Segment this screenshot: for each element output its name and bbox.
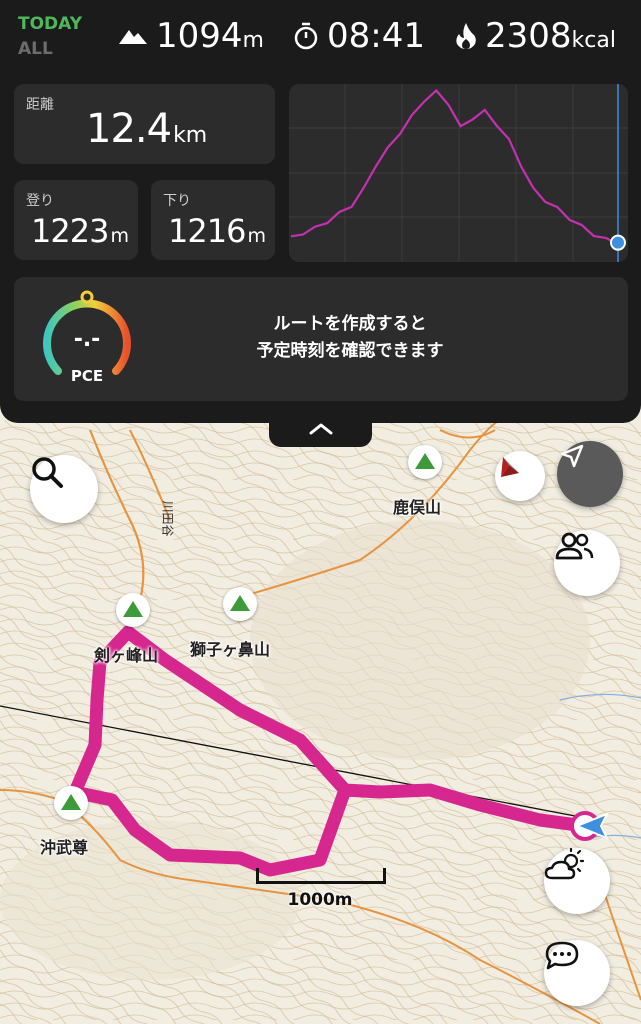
distance-label: 距離 [26, 97, 54, 113]
descent-label: 下り [163, 193, 191, 209]
chat-bubble-icon [545, 941, 579, 970]
peak-marker-kengamine[interactable] [116, 593, 150, 627]
period-today-tab[interactable]: TODAY [18, 14, 82, 34]
expand-panel-button[interactable] [269, 410, 372, 447]
mountain-peak-icon [230, 595, 250, 611]
compass-icon [501, 457, 519, 477]
pce-value: -.- [74, 327, 101, 352]
peak-marker-shishigahana[interactable] [223, 587, 257, 621]
pce-message: ルートを作成すると 予定時刻を確認できます [170, 311, 530, 365]
mountain-peak-icon [123, 601, 143, 617]
scale-bar [256, 868, 386, 884]
people-icon [555, 532, 594, 560]
profile-position-marker[interactable] [610, 234, 626, 251]
elevation-profile-card[interactable] [289, 84, 628, 262]
stopwatch-icon [294, 22, 318, 50]
ascent-value: 1223 [31, 212, 109, 250]
descent-unit: m [247, 225, 266, 247]
search-icon [32, 457, 63, 488]
calories-value: 2308 [485, 16, 572, 56]
elevation-stat: 1094 m [118, 16, 264, 56]
mountain-icon [119, 30, 147, 44]
peak-label-kanomata: 鹿俣山 [393, 498, 442, 517]
elevation-profile-chart [289, 84, 628, 262]
weather-button[interactable] [544, 848, 610, 914]
peak-marker-kanomata[interactable] [408, 445, 442, 479]
chat-button[interactable] [544, 940, 610, 1006]
flame-icon [456, 23, 476, 49]
distance-readout: 12.4 km [86, 106, 207, 152]
current-location-button[interactable] [557, 441, 623, 507]
period-all-tab[interactable]: ALL [18, 39, 53, 59]
descent-value: 1216 [168, 212, 246, 250]
peak-label-okihotaka: 沖武尊 [40, 838, 89, 857]
chevron-up-icon [309, 423, 332, 434]
distance-unit: km [173, 123, 208, 148]
elevation-unit: m [242, 28, 264, 53]
descent-readout: 1216 m [168, 212, 266, 250]
pce-message-line2: 予定時刻を確認できます [256, 341, 444, 361]
elevation-value: 1094 [156, 16, 243, 56]
pce-message-line1: ルートを作成すると [273, 314, 427, 334]
elapsed-time-value: 08:41 [327, 16, 425, 56]
distance-value: 12.4 [86, 106, 172, 152]
mountain-peak-icon [415, 453, 435, 469]
activity-panel: TODAY ALL 1094 m 08:41 2308 kcal 距離 12.4… [0, 0, 641, 423]
navigation-arrow-icon [560, 444, 584, 468]
elapsed-time-stat: 08:41 [293, 16, 425, 56]
compass-button[interactable] [495, 451, 545, 501]
calories-stat: 2308 kcal [455, 16, 616, 56]
road-label: 川田谷 [160, 500, 175, 537]
pce-gauge: -.- PCE [43, 290, 131, 385]
ascent-card: 登り 1223 m [14, 180, 138, 260]
ascent-label: 登り [26, 193, 54, 209]
descent-card: 下り 1216 m [151, 180, 275, 260]
direction-arrow-icon [575, 812, 610, 840]
calories-unit: kcal [571, 28, 616, 53]
ascent-unit: m [110, 225, 129, 247]
scale-label: 1000m [287, 890, 353, 910]
pce-label: PCE [71, 367, 103, 385]
elevation-profile-line [290, 88, 619, 246]
peak-label-shishigahana: 獅子ヶ鼻山 [190, 640, 271, 659]
distance-card: 距離 12.4 km [14, 84, 275, 164]
peak-label-kengamine: 剣ヶ峰山 [94, 646, 159, 665]
ascent-readout: 1223 m [31, 212, 129, 250]
group-button[interactable] [554, 530, 620, 596]
weather-icon [544, 848, 585, 880]
mountain-peak-icon [61, 794, 81, 810]
search-button[interactable] [30, 455, 98, 523]
peak-marker-okihotaka[interactable] [54, 786, 88, 820]
